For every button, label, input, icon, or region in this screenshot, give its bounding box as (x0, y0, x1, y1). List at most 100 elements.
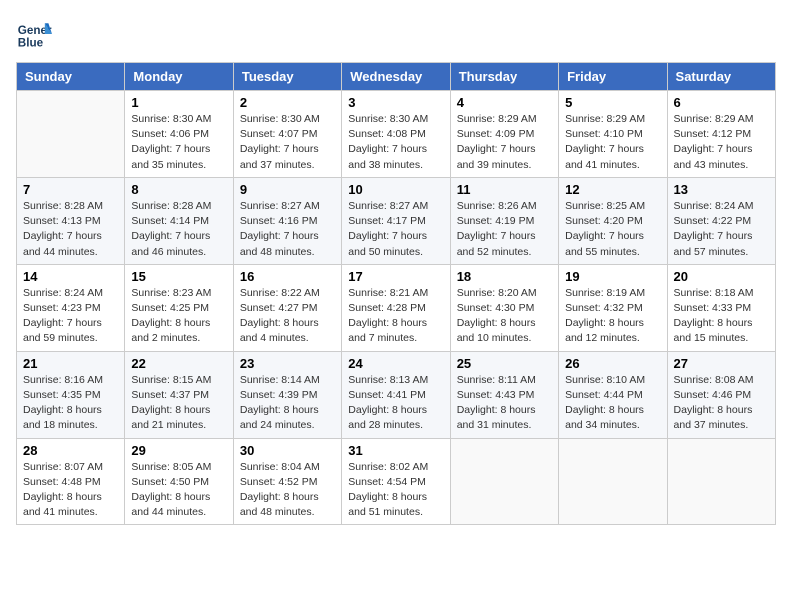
calendar-body: 1Sunrise: 8:30 AMSunset: 4:06 PMDaylight… (17, 91, 776, 525)
day-info: Sunrise: 8:25 AMSunset: 4:20 PMDaylight:… (565, 199, 660, 260)
calendar-cell: 12 Sunrise: 8:25 AMSunset: 4:20 PMDayligh… (559, 177, 667, 264)
day-number: 24 (348, 356, 443, 371)
day-info: Sunrise: 8:27 AMSunset: 4:16 PMDaylight:… (240, 199, 335, 260)
weekday-header-cell: Friday (559, 63, 667, 91)
day-number: 18 (457, 269, 552, 284)
weekday-header-cell: Saturday (667, 63, 775, 91)
calendar-cell: 1Sunrise: 8:30 AMSunset: 4:06 PMDaylight… (125, 91, 233, 178)
calendar-cell (667, 438, 775, 525)
day-number: 13 (674, 182, 769, 197)
calendar-week-row: 7 Sunrise: 8:28 AMSunset: 4:13 PMDaylight… (17, 177, 776, 264)
day-info: Sunrise: 8:14 AMSunset: 4:39 PMDaylight:… (240, 373, 335, 434)
day-info: Sunrise: 8:29 AMSunset: 4:12 PMDaylight:… (674, 112, 769, 173)
calendar-cell: 18 Sunrise: 8:20 AMSunset: 4:30 PMDayligh… (450, 264, 558, 351)
calendar-cell: 20Sunrise: 8:18 AMSunset: 4:33 PMDayligh… (667, 264, 775, 351)
day-info: Sunrise: 8:21 AMSunset: 4:28 PMDaylight:… (348, 286, 443, 347)
calendar-table: SundayMondayTuesdayWednesdayThursdayFrid… (16, 62, 776, 525)
day-info: Sunrise: 8:07 AMSunset: 4:48 PMDaylight:… (23, 460, 118, 521)
calendar-cell (559, 438, 667, 525)
day-info: Sunrise: 8:30 AMSunset: 4:08 PMDaylight:… (348, 112, 443, 173)
day-number: 6 (674, 95, 769, 110)
day-info: Sunrise: 8:28 AMSunset: 4:13 PMDaylight:… (23, 199, 118, 260)
calendar-week-row: 28 Sunrise: 8:07 AMSunset: 4:48 PMDayligh… (17, 438, 776, 525)
calendar-cell: 13 Sunrise: 8:24 AMSunset: 4:22 PMDayligh… (667, 177, 775, 264)
day-info: Sunrise: 8:04 AMSunset: 4:52 PMDaylight:… (240, 460, 335, 521)
day-number: 3 (348, 95, 443, 110)
day-number: 8 (131, 182, 226, 197)
day-number: 12 (565, 182, 660, 197)
day-number: 30 (240, 443, 335, 458)
calendar-week-row: 21 Sunrise: 8:16 AMSunset: 4:35 PMDayligh… (17, 351, 776, 438)
logo: General Blue (16, 16, 52, 52)
day-number: 11 (457, 182, 552, 197)
calendar-cell: 31 Sunrise: 8:02 AMSunset: 4:54 PMDayligh… (342, 438, 450, 525)
day-info: Sunrise: 8:30 AMSunset: 4:06 PMDaylight:… (131, 112, 226, 173)
day-info: Sunrise: 8:16 AMSunset: 4:35 PMDaylight:… (23, 373, 118, 434)
calendar-cell (450, 438, 558, 525)
day-info: Sunrise: 8:26 AMSunset: 4:19 PMDaylight:… (457, 199, 552, 260)
weekday-header-cell: Tuesday (233, 63, 341, 91)
day-number: 28 (23, 443, 118, 458)
day-info: Sunrise: 8:20 AMSunset: 4:30 PMDaylight:… (457, 286, 552, 347)
day-info: Sunrise: 8:24 AMSunset: 4:23 PMDaylight:… (23, 286, 118, 347)
weekday-header-cell: Sunday (17, 63, 125, 91)
day-number: 10 (348, 182, 443, 197)
calendar-cell: 29 Sunrise: 8:05 AMSunset: 4:50 PMDayligh… (125, 438, 233, 525)
day-info: Sunrise: 8:15 AMSunset: 4:37 PMDaylight:… (131, 373, 226, 434)
day-info: Sunrise: 8:10 AMSunset: 4:44 PMDaylight:… (565, 373, 660, 434)
day-number: 31 (348, 443, 443, 458)
calendar-cell (17, 91, 125, 178)
weekday-header-row: SundayMondayTuesdayWednesdayThursdayFrid… (17, 63, 776, 91)
calendar-cell: 26 Sunrise: 8:10 AMSunset: 4:44 PMDayligh… (559, 351, 667, 438)
day-info: Sunrise: 8:24 AMSunset: 4:22 PMDaylight:… (674, 199, 769, 260)
calendar-cell: 27 Sunrise: 8:08 AMSunset: 4:46 PMDayligh… (667, 351, 775, 438)
day-number: 25 (457, 356, 552, 371)
calendar-cell: 14 Sunrise: 8:24 AMSunset: 4:23 PMDayligh… (17, 264, 125, 351)
day-info: Sunrise: 8:30 AMSunset: 4:07 PMDaylight:… (240, 112, 335, 173)
day-number: 17 (348, 269, 443, 284)
calendar-cell: 21 Sunrise: 8:16 AMSunset: 4:35 PMDayligh… (17, 351, 125, 438)
day-info: Sunrise: 8:18 AMSunset: 4:33 PMDaylight:… (674, 286, 769, 347)
day-number: 27 (674, 356, 769, 371)
calendar-cell: 25 Sunrise: 8:11 AMSunset: 4:43 PMDayligh… (450, 351, 558, 438)
calendar-week-row: 1Sunrise: 8:30 AMSunset: 4:06 PMDaylight… (17, 91, 776, 178)
calendar-cell: 23 Sunrise: 8:14 AMSunset: 4:39 PMDayligh… (233, 351, 341, 438)
day-info: Sunrise: 8:29 AMSunset: 4:10 PMDaylight:… (565, 112, 660, 173)
calendar-week-row: 14 Sunrise: 8:24 AMSunset: 4:23 PMDayligh… (17, 264, 776, 351)
day-number: 29 (131, 443, 226, 458)
day-info: Sunrise: 8:28 AMSunset: 4:14 PMDaylight:… (131, 199, 226, 260)
day-number: 23 (240, 356, 335, 371)
calendar-cell: 7 Sunrise: 8:28 AMSunset: 4:13 PMDaylight… (17, 177, 125, 264)
day-number: 15 (131, 269, 226, 284)
calendar-cell: 11 Sunrise: 8:26 AMSunset: 4:19 PMDayligh… (450, 177, 558, 264)
calendar-cell: 19 Sunrise: 8:19 AMSunset: 4:32 PMDayligh… (559, 264, 667, 351)
calendar-cell: 22 Sunrise: 8:15 AMSunset: 4:37 PMDayligh… (125, 351, 233, 438)
day-info: Sunrise: 8:19 AMSunset: 4:32 PMDaylight:… (565, 286, 660, 347)
calendar-cell: 5 Sunrise: 8:29 AMSunset: 4:10 PMDaylight… (559, 91, 667, 178)
day-info: Sunrise: 8:11 AMSunset: 4:43 PMDaylight:… (457, 373, 552, 434)
calendar-cell: 28 Sunrise: 8:07 AMSunset: 4:48 PMDayligh… (17, 438, 125, 525)
logo-icon: General Blue (16, 16, 52, 52)
day-info: Sunrise: 8:22 AMSunset: 4:27 PMDaylight:… (240, 286, 335, 347)
weekday-header-cell: Wednesday (342, 63, 450, 91)
day-info: Sunrise: 8:05 AMSunset: 4:50 PMDaylight:… (131, 460, 226, 521)
day-number: 22 (131, 356, 226, 371)
day-info: Sunrise: 8:08 AMSunset: 4:46 PMDaylight:… (674, 373, 769, 434)
day-number: 7 (23, 182, 118, 197)
day-number: 14 (23, 269, 118, 284)
calendar-cell: 6 Sunrise: 8:29 AMSunset: 4:12 PMDaylight… (667, 91, 775, 178)
day-number: 9 (240, 182, 335, 197)
day-info: Sunrise: 8:02 AMSunset: 4:54 PMDaylight:… (348, 460, 443, 521)
day-number: 21 (23, 356, 118, 371)
page-header: General Blue (16, 16, 776, 52)
weekday-header-cell: Monday (125, 63, 233, 91)
day-number: 5 (565, 95, 660, 110)
calendar-cell: 4Sunrise: 8:29 AMSunset: 4:09 PMDaylight… (450, 91, 558, 178)
weekday-header-cell: Thursday (450, 63, 558, 91)
calendar-cell: 30 Sunrise: 8:04 AMSunset: 4:52 PMDayligh… (233, 438, 341, 525)
svg-text:Blue: Blue (18, 37, 44, 50)
day-number: 16 (240, 269, 335, 284)
day-number: 26 (565, 356, 660, 371)
day-number: 19 (565, 269, 660, 284)
day-info: Sunrise: 8:13 AMSunset: 4:41 PMDaylight:… (348, 373, 443, 434)
